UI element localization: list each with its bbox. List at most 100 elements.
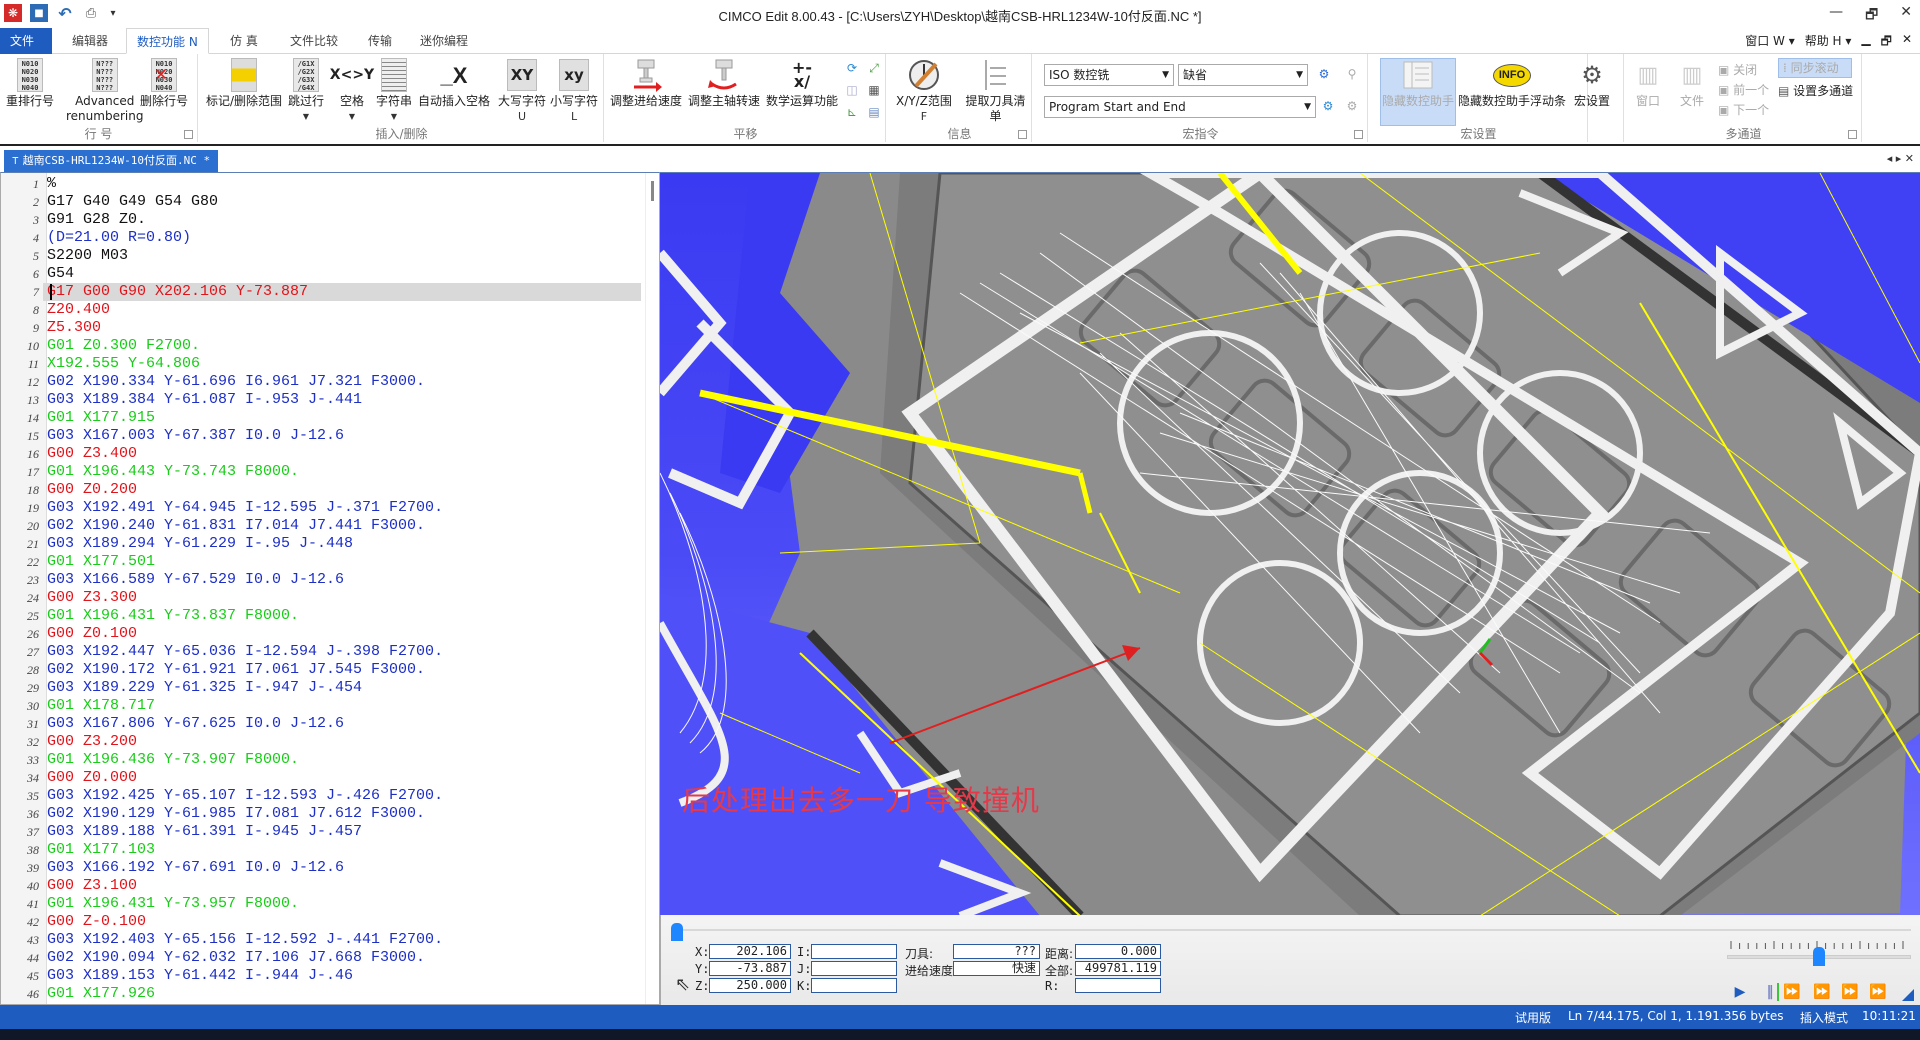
code-line[interactable]: 5 S2200 M03 xyxy=(1,247,641,265)
mdi-restore-button[interactable]: 🗗 xyxy=(1881,32,1892,53)
tab-file-compare[interactable]: 文件比较 xyxy=(280,28,348,54)
restore-button[interactable]: 🗗 xyxy=(1865,4,1878,28)
macro-run-icon[interactable]: ⚙ xyxy=(1320,98,1336,114)
group-launcher-icon[interactable] xyxy=(1354,130,1363,139)
macro-settings-icon[interactable]: ⚙ xyxy=(1316,66,1332,82)
help-menu[interactable]: 帮助 H ▾ xyxy=(1805,32,1852,53)
editor-scroll-thumb[interactable] xyxy=(651,181,654,201)
code-line[interactable]: 26 G00 Z0.100 xyxy=(1,625,641,643)
code-line[interactable]: 24 G00 Z3.300 xyxy=(1,589,641,607)
resize-grip-icon[interactable] xyxy=(1902,989,1914,1001)
uppercase-button[interactable]: XY 大写字符 U xyxy=(498,58,546,124)
group-launcher-icon[interactable] xyxy=(1018,130,1027,139)
code-line[interactable]: 6 G54 xyxy=(1,265,641,283)
code-line[interactable]: 22 G01 X177.501 xyxy=(1,553,641,571)
code-line[interactable]: 8 Z20.400 xyxy=(1,301,641,319)
code-line[interactable]: 36 G02 X190.129 Y-61.985 I7.081 J7.612 F3… xyxy=(1,805,641,823)
code-line[interactable]: 41 G01 X196.431 Y-73.957 F8000. xyxy=(1,895,641,913)
code-line[interactable]: 32 G00 Z3.200 xyxy=(1,733,641,751)
hide-helper-float-button[interactable]: INFO 隐藏数控助手浮动条 xyxy=(1458,58,1566,109)
auto-insert-space-button[interactable]: _X 自动插入空格 xyxy=(418,58,490,109)
delete-line-numbers-button[interactable]: N010 N020 N030 N040 ✕ 删除行号 xyxy=(140,58,188,109)
space-button[interactable]: X<>Y 空格 ▼ xyxy=(330,58,374,124)
machine-select[interactable]: ISO 数控铣 ▼ xyxy=(1044,64,1174,86)
macro-select[interactable]: Program Start and End ▼ xyxy=(1044,96,1316,118)
code-line[interactable]: 34 G00 Z0.000 xyxy=(1,769,641,787)
code-line[interactable]: 20 G02 X190.240 Y-61.831 I7.014 J7.441 F3… xyxy=(1,517,641,535)
code-line[interactable]: 46 G01 X177.926 xyxy=(1,985,641,1003)
code-line[interactable]: 3 G91 G28 Z0. xyxy=(1,211,641,229)
speed-slider-thumb[interactable] xyxy=(1813,947,1825,966)
code-line[interactable]: 21 G03 X189.294 Y-61.229 I-.95 J-.448 xyxy=(1,535,641,553)
window-menu[interactable]: 窗口 W ▾ xyxy=(1745,32,1795,53)
math-functions-button[interactable]: +- x/ 数学运算功能 xyxy=(766,58,838,109)
code-line[interactable]: 33 G01 X196.436 Y-73.907 F8000. xyxy=(1,751,641,769)
tool-list-button[interactable]: 提取刀具清单 xyxy=(960,58,1031,124)
hide-helper-button[interactable]: 隐藏数控助手 xyxy=(1380,58,1456,109)
lowercase-button[interactable]: xy 小写字符 L xyxy=(550,58,598,124)
run-to-point-button[interactable]: ⏩ xyxy=(1813,983,1831,1001)
default-select[interactable]: 缺省 ▼ xyxy=(1178,64,1308,86)
code-line[interactable]: 18 G00 Z0.200 xyxy=(1,481,641,499)
group-launcher-icon[interactable] xyxy=(1848,130,1857,139)
mark-range-button[interactable]: 标记/删除范围 xyxy=(206,58,282,109)
code-line[interactable]: 45 G03 X189.153 Y-61.442 I-.944 J-.46 xyxy=(1,967,641,985)
code-line[interactable]: 15 G03 X167.003 Y-67.387 I0.0 J-12.6 xyxy=(1,427,641,445)
setup-multichannel-button[interactable]: ▤ 设置多通道 xyxy=(1778,82,1853,100)
sync-scroll-button[interactable]: ⁞ 同步滚动 xyxy=(1778,58,1852,78)
renumber-button[interactable]: N010 N020 N030 N040 重排行号 xyxy=(6,58,54,109)
code-line[interactable]: 35 G03 X192.425 Y-65.107 I-12.593 J-.426 … xyxy=(1,787,641,805)
code-line[interactable]: 10 G01 Z0.300 F2700. xyxy=(1,337,641,355)
tab-file[interactable]: 文件 F xyxy=(0,28,52,74)
code-line[interactable]: 28 G02 X190.172 Y-61.921 I7.061 J7.545 F3… xyxy=(1,661,641,679)
simulation-progress-track[interactable] xyxy=(671,929,1911,931)
code-line[interactable]: 2 G17 G40 G49 G54 G80 xyxy=(1,193,641,211)
calculator-icon[interactable]: ▤ xyxy=(866,104,882,120)
code-line[interactable]: 25 G01 X196.431 Y-73.837 F8000. xyxy=(1,607,641,625)
tab-simulation[interactable]: 仿 真 xyxy=(220,28,268,54)
run-to-z-button[interactable]: ⏩ xyxy=(1841,983,1859,1001)
code-line[interactable]: 13 G03 X189.384 Y-61.087 I-.953 J-.441 xyxy=(1,391,641,409)
code-line[interactable]: 29 G03 X189.229 Y-61.325 I-.947 J-.454 xyxy=(1,679,641,697)
mdi-minimize-button[interactable]: ▁ xyxy=(1861,32,1870,53)
run-to-tool-change-button[interactable]: ⏩ xyxy=(1869,983,1887,1001)
play-button[interactable]: ▶ xyxy=(1731,983,1749,1001)
axis-icon[interactable]: ⊾ xyxy=(844,104,860,120)
close-button[interactable]: ✕ xyxy=(1900,4,1912,28)
code-line[interactable]: 23 G03 X166.589 Y-67.529 I0.0 J-12.6 xyxy=(1,571,641,589)
scale-icon[interactable]: ⤢ xyxy=(866,60,882,76)
code-line[interactable]: 11 X192.555 Y-64.806 xyxy=(1,355,641,373)
simulation-progress-thumb[interactable] xyxy=(671,923,683,941)
code-line[interactable]: 1% xyxy=(1,175,641,193)
string-button[interactable]: 字符串 ▼ xyxy=(376,58,412,124)
calc-icon[interactable]: ▦ xyxy=(866,82,882,98)
code-line[interactable]: 42 G00 Z-0.100 xyxy=(1,913,641,931)
xyz-range-button[interactable]: X/Y/Z范围 F xyxy=(896,58,952,124)
mc-window-button[interactable]: ▥ 窗口 xyxy=(1632,58,1664,109)
code-line[interactable]: 38 G01 X177.103 xyxy=(1,841,641,859)
minimize-button[interactable]: — xyxy=(1829,4,1843,28)
mc-file-button[interactable]: ▥ 文件 xyxy=(1676,58,1708,109)
code-line[interactable]: 16 G00 Z3.400 xyxy=(1,445,641,463)
document-tab[interactable]: ⊤ 越南CSB-HRL1234W-10付反面.NC * xyxy=(4,150,219,172)
editor-scrollbar[interactable] xyxy=(645,173,659,1004)
code-line[interactable]: 30 G01 X178.717 xyxy=(1,697,641,715)
code-line[interactable]: 39 G03 X166.192 Y-67.691 I0.0 J-12.6 xyxy=(1,859,641,877)
code-line[interactable]: 14 G01 X177.915 xyxy=(1,409,641,427)
code-line[interactable]: 12 G02 X190.334 Y-61.696 I6.961 J7.321 F3… xyxy=(1,373,641,391)
code-line[interactable]: 4 (D=21.00 R=0.80) xyxy=(1,229,641,247)
mc-previous-button[interactable]: ▣ 前一个 xyxy=(1718,80,1769,100)
tab-transfer[interactable]: 传输 xyxy=(358,28,402,54)
code-line[interactable]: 7 G17 G00 G90 X202.106 Y-73.887 xyxy=(1,283,641,301)
group-launcher-icon[interactable] xyxy=(184,130,193,139)
code-line[interactable]: 17 G01 X196.443 Y-73.743 F8000. xyxy=(1,463,641,481)
code-line[interactable]: 40 G00 Z3.100 xyxy=(1,877,641,895)
code-line[interactable]: 31 G03 X167.806 Y-67.625 I0.0 J-12.6 xyxy=(1,715,641,733)
macro-search-icon[interactable]: ⚲ xyxy=(1344,66,1360,82)
tab-mini-cam[interactable]: 迷你编程 xyxy=(410,28,478,54)
mc-close-button[interactable]: ▣ 关闭 xyxy=(1718,60,1769,80)
tab-nc-functions[interactable]: 数控功能 N xyxy=(126,28,209,54)
code-line[interactable]: 19 G03 X192.491 Y-64.945 I-12.595 J-.371 … xyxy=(1,499,641,517)
rotate-icon[interactable]: ⟳ xyxy=(844,60,860,76)
macro-edit-icon[interactable]: ⚙ xyxy=(1344,98,1360,114)
